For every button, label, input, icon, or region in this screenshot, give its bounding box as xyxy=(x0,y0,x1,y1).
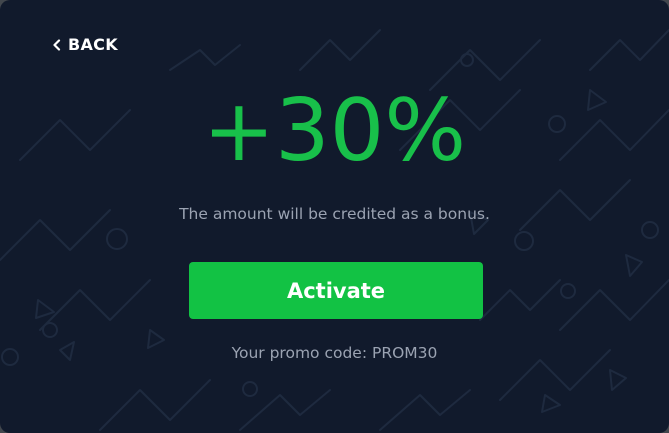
chevron-left-icon xyxy=(53,38,61,51)
bonus-description: The amount will be credited as a bonus. xyxy=(179,205,490,223)
bonus-percentage: +30% xyxy=(202,81,467,181)
activate-button[interactable]: Activate xyxy=(189,262,483,319)
promo-modal: BACK +30% The amount will be credited as… xyxy=(0,0,669,433)
back-button[interactable]: BACK xyxy=(52,35,118,54)
promo-code-text: Your promo code: PROM30 xyxy=(231,344,438,362)
back-label: BACK xyxy=(68,35,118,54)
